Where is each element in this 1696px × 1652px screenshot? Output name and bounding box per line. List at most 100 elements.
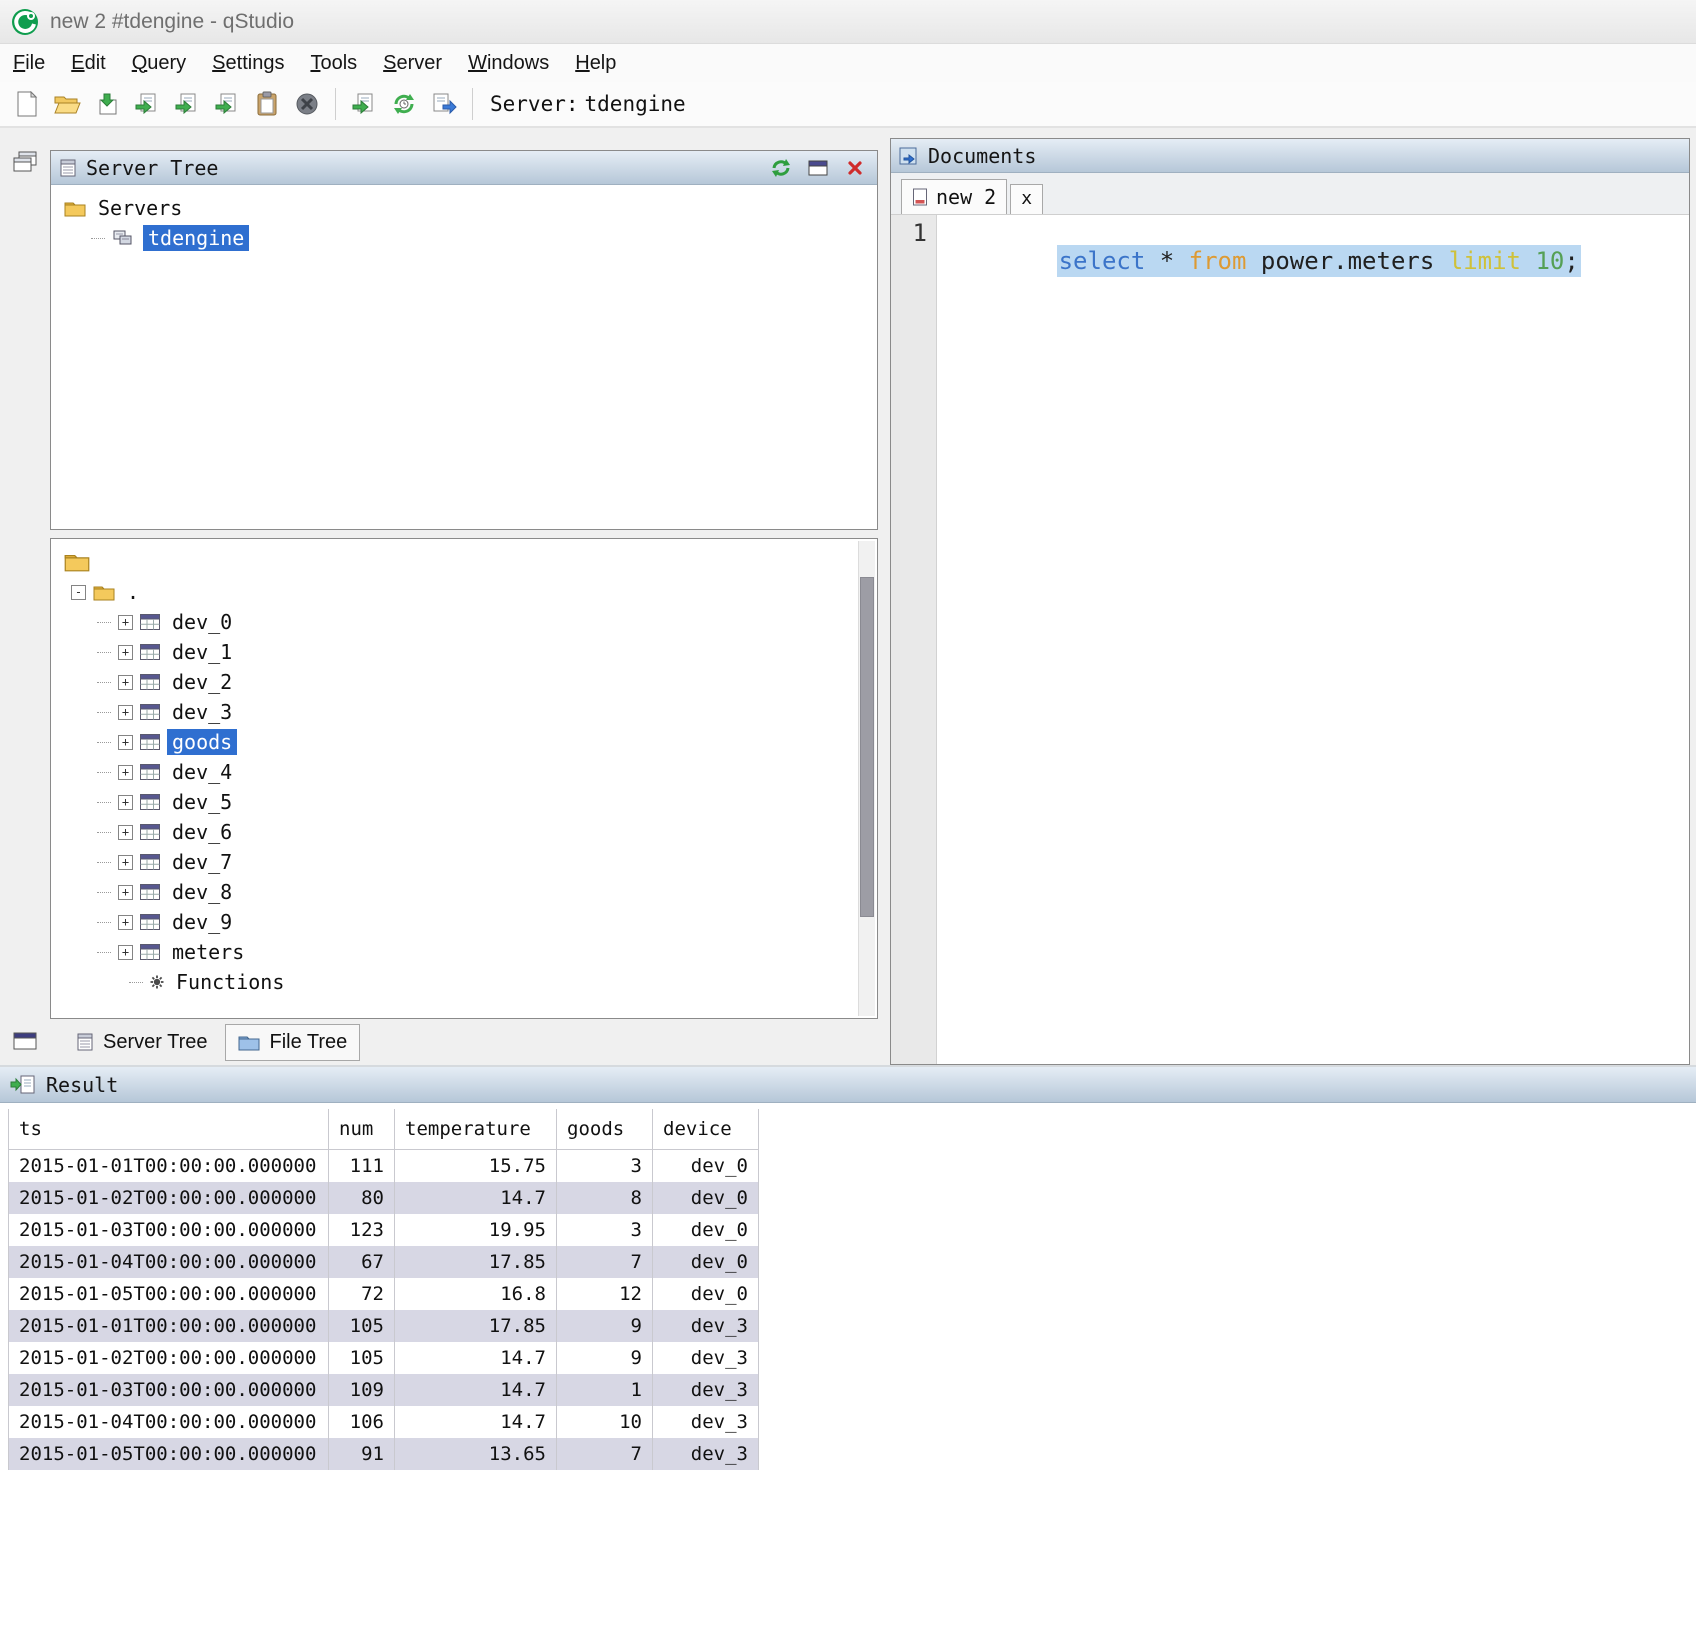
column-header-temperature[interactable]: temperature — [395, 1109, 557, 1150]
paste-icon — [255, 91, 279, 117]
menu-help[interactable]: Help — [562, 48, 629, 79]
result-row-8[interactable]: 2015-01-04T00:00:00.00000010614.710dev_3 — [9, 1406, 759, 1438]
column-header-goods[interactable]: goods — [557, 1109, 653, 1150]
menu-tools[interactable]: Tools — [297, 48, 370, 79]
menu-edit[interactable]: Edit — [58, 48, 118, 79]
expand-icon[interactable]: + — [118, 915, 133, 930]
file-tree-item-meters[interactable]: +meters — [51, 937, 877, 967]
file-tree-item-dev_4[interactable]: + dev_4 — [51, 757, 877, 787]
result-row-2[interactable]: 2015-01-03T00:00:00.00000012319.953dev_0 — [9, 1214, 759, 1246]
functions-item[interactable]: Functions — [51, 967, 877, 997]
menu-settings[interactable]: Settings — [199, 48, 297, 79]
file-tree-item-dev_7[interactable]: +dev_7 — [51, 847, 877, 877]
result-row-5[interactable]: 2015-01-01T00:00:00.00000010517.859dev_3 — [9, 1310, 759, 1342]
cell-device: dev_3 — [653, 1374, 759, 1406]
file-tree-item-dev_0[interactable]: +dev_0 — [51, 607, 877, 637]
open-file-button[interactable] — [48, 85, 86, 123]
expand-icon[interactable]: + — [118, 855, 133, 870]
server-input[interactable] — [585, 92, 755, 116]
cell-goods: 3 — [557, 1150, 653, 1183]
menu-query[interactable]: Query — [119, 48, 199, 79]
refresh-tree-button[interactable] — [767, 155, 795, 181]
menu-server[interactable]: Server — [370, 48, 455, 79]
file-tree-root-item[interactable]: - . — [51, 577, 877, 607]
refresh-query-button[interactable] — [385, 85, 423, 123]
documents-header: Documents — [891, 139, 1689, 173]
result-row-4[interactable]: 2015-01-05T00:00:00.0000007216.812dev_0 — [9, 1278, 759, 1310]
expand-icon[interactable]: + — [118, 825, 133, 840]
new-file-button[interactable] — [8, 85, 46, 123]
expand-icon[interactable]: + — [118, 615, 133, 630]
code-area[interactable]: select * from power.meters limit 10; — [937, 215, 1689, 1064]
restore-window-button[interactable] — [13, 1032, 37, 1053]
column-header-ts[interactable]: ts — [9, 1109, 329, 1150]
close-panel-button[interactable] — [841, 155, 869, 181]
refresh-query-icon — [391, 92, 417, 116]
file-tree-item-dev_1[interactable]: +dev_1 — [51, 637, 877, 667]
popout-panel-button[interactable] — [804, 155, 832, 181]
server-tree-root-item[interactable]: Servers — [51, 193, 877, 223]
result-row-6[interactable]: 2015-01-02T00:00:00.00000010514.79dev_3 — [9, 1342, 759, 1374]
run-file-button[interactable] — [345, 85, 383, 123]
file-tree-top-folder[interactable] — [51, 547, 877, 577]
cascade-windows-button[interactable] — [12, 150, 38, 177]
file-tree-item-dev_2[interactable]: +dev_2 — [51, 667, 877, 697]
cell-num: 123 — [329, 1214, 395, 1246]
run-selection-button[interactable] — [208, 85, 246, 123]
server-field-label: Server: — [490, 92, 579, 116]
expand-icon[interactable]: + — [118, 705, 133, 720]
cell-temperature: 14.7 — [395, 1182, 557, 1214]
scrollbar-thumb[interactable] — [860, 577, 874, 917]
file-tree-item-goods[interactable]: +goods — [51, 727, 877, 757]
expand-icon[interactable]: + — [118, 795, 133, 810]
file-tree-item-dev_6[interactable]: + dev_6 — [51, 817, 877, 847]
tab-file-tree-label: File Tree — [269, 1031, 347, 1054]
menu-file[interactable]: File — [0, 48, 58, 79]
cell-goods: 9 — [557, 1342, 653, 1374]
cell-device: dev_0 — [653, 1214, 759, 1246]
expand-icon[interactable]: + — [118, 645, 133, 660]
servers-label: Servers — [93, 195, 187, 221]
tree-item-label: dev_6 — [167, 819, 237, 845]
result-row-3[interactable]: 2015-01-04T00:00:00.0000006717.857dev_0 — [9, 1246, 759, 1278]
run-line-icon — [174, 92, 200, 116]
result-row-1[interactable]: 2015-01-02T00:00:00.0000008014.78dev_0 — [9, 1182, 759, 1214]
folder-icon — [93, 584, 115, 601]
stop-button[interactable] — [288, 85, 326, 123]
file-tree-item-dev_9[interactable]: +dev_9 — [51, 907, 877, 937]
server-item-tdengine[interactable]: tdengine — [51, 223, 877, 253]
tree-item-label: dev_4 — [167, 759, 237, 785]
tab-new-2[interactable]: new 2 — [901, 179, 1007, 214]
file-tree-item-dev_3[interactable]: +dev_3 — [51, 697, 877, 727]
result-row-9[interactable]: 2015-01-05T00:00:00.0000009113.657dev_3 — [9, 1438, 759, 1470]
refresh-icon — [770, 158, 792, 178]
tab-file-tree[interactable]: File Tree — [225, 1024, 360, 1061]
file-tree-scrollbar[interactable] — [858, 541, 875, 1016]
expand-icon[interactable]: + — [118, 885, 133, 900]
paste-button[interactable] — [248, 85, 286, 123]
expand-icon[interactable]: + — [118, 765, 133, 780]
result-row-7[interactable]: 2015-01-03T00:00:00.00000010914.71dev_3 — [9, 1374, 759, 1406]
expand-icon[interactable]: + — [118, 735, 133, 750]
left-dock-tabs: Server Tree File Tree — [50, 1019, 878, 1065]
run-query-button[interactable] — [128, 85, 166, 123]
expand-icon[interactable]: + — [118, 675, 133, 690]
result-row-0[interactable]: 2015-01-01T00:00:00.00000011115.753dev_0 — [9, 1150, 759, 1183]
cell-goods: 7 — [557, 1246, 653, 1278]
menu-windows[interactable]: Windows — [455, 48, 562, 79]
file-tree-item-dev_5[interactable]: +dev_5 — [51, 787, 877, 817]
file-tree-item-dev_8[interactable]: +dev_8 — [51, 877, 877, 907]
collapse-icon[interactable]: - — [71, 585, 86, 600]
expand-icon[interactable]: + — [118, 945, 133, 960]
sql-editor[interactable]: 1 select * from power.meters limit 10; — [891, 215, 1689, 1064]
column-header-num[interactable]: num — [329, 1109, 395, 1150]
export-button[interactable] — [425, 85, 463, 123]
tab-close-button[interactable]: x — [1010, 184, 1043, 214]
column-header-device[interactable]: device — [653, 1109, 759, 1150]
save-button[interactable] — [88, 85, 126, 123]
result-table: tsnumtemperaturegoodsdevice 2015-01-01T0… — [8, 1109, 759, 1470]
tree-connector — [97, 652, 111, 653]
editor-gutter: 1 — [891, 215, 937, 1064]
run-line-button[interactable] — [168, 85, 206, 123]
tab-server-tree[interactable]: Server Tree — [64, 1025, 219, 1060]
